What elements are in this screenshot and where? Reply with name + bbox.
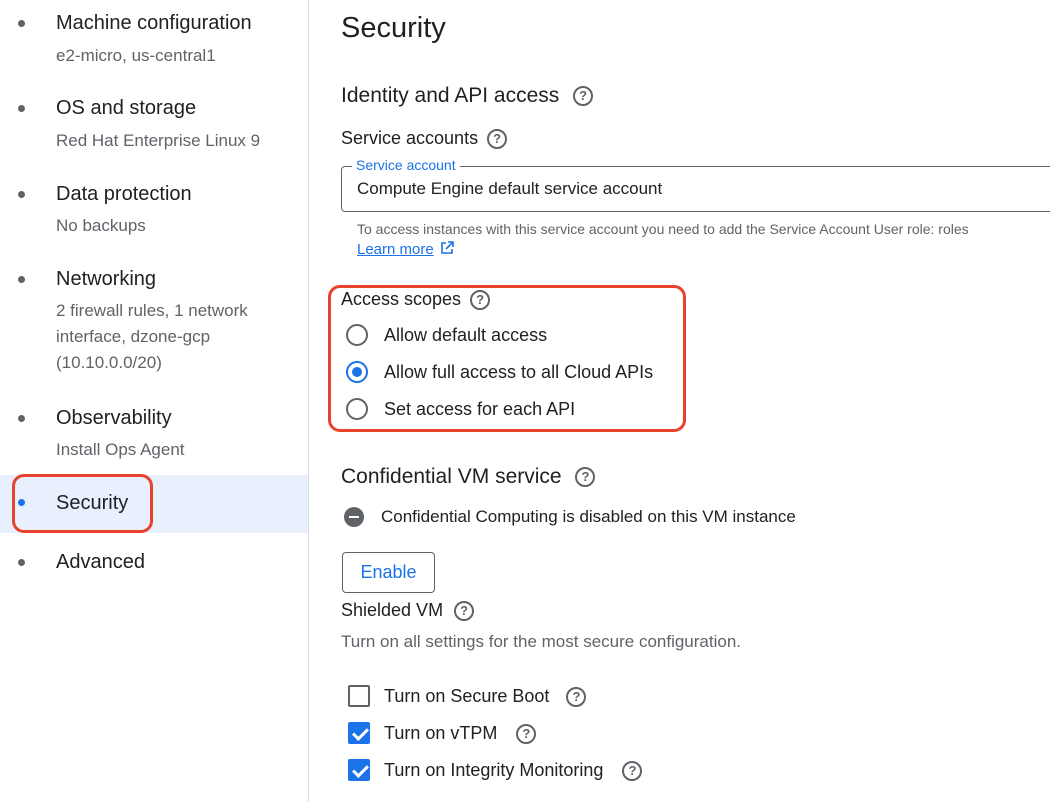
- help-circle-icon[interactable]: ?: [573, 86, 594, 107]
- radio-label: Set access for each API: [384, 399, 576, 419]
- shielded-vm-description: Turn on all settings for the most secure…: [341, 632, 742, 651]
- radio-label: Allow default access: [384, 325, 548, 345]
- radio-set-access-each-api[interactable]: Set access for each API: [343, 397, 673, 423]
- checkbox-label-text: Turn on Integrity Monitoring: [384, 760, 604, 780]
- checkbox-integrity-monitoring-row[interactable]: Turn on Integrity Monitoring ?: [345, 757, 665, 783]
- checkbox-vtpm-row[interactable]: Turn on vTPM ?: [345, 720, 625, 746]
- help-circle-icon[interactable]: ?: [487, 129, 508, 150]
- sidebar-item-security[interactable]: Security: [0, 475, 308, 533]
- shielded-vm-heading: Shielded VM ?: [341, 600, 475, 622]
- help-circle-icon[interactable]: ?: [622, 761, 643, 782]
- vtpm-checkbox[interactable]: [348, 722, 370, 744]
- bullet-icon: [18, 415, 25, 422]
- learn-more-row: Learn more: [357, 241, 454, 259]
- sidebar-item-label: OS and storage: [56, 97, 197, 119]
- help-circle-icon[interactable]: ?: [575, 467, 596, 488]
- bullet-icon: [18, 276, 25, 283]
- sidebar-item-subtext: Red Hat Enterprise Linux 9: [56, 131, 261, 150]
- sidebar-item-label: Machine configuration: [56, 12, 252, 34]
- access-scopes-label-text: Access scopes: [341, 289, 462, 309]
- open-in-new-icon: [441, 241, 454, 254]
- bullet-icon: [18, 191, 25, 198]
- help-circle-icon[interactable]: ?: [470, 290, 491, 311]
- sidebar-item-advanced[interactable]: Advanced: [0, 538, 308, 588]
- bullet-icon: [18, 559, 25, 566]
- service-account-hint: To access instances with this service ac…: [357, 221, 969, 237]
- secure-boot-checkbox[interactable]: [348, 685, 370, 707]
- confidential-status-text: Confidential Computing is disabled on th…: [381, 507, 796, 526]
- radio-button[interactable]: [346, 324, 368, 346]
- sidebar-item-label: Advanced: [56, 551, 145, 573]
- sidebar-item-subtext: No backups: [56, 216, 146, 235]
- bullet-icon: [18, 499, 25, 506]
- radio-label: Allow full access to all Cloud APIs: [384, 362, 654, 382]
- access-scopes-label: Access scopes ?: [341, 289, 491, 311]
- sidebar-nav: Machine configuration e2-micro, us-centr…: [0, 0, 309, 802]
- bullet-icon: [18, 20, 25, 27]
- sidebar-item-observability[interactable]: Observability Install Ops Agent: [0, 394, 308, 474]
- checkbox-secure-boot-row[interactable]: Turn on Secure Boot ?: [345, 683, 625, 709]
- minus-circle-icon: [344, 507, 364, 527]
- service-accounts-label-text: Service accounts: [341, 128, 479, 148]
- main-content: Security Identity and API access ? Servi…: [309, 0, 1050, 802]
- checkbox-label: Turn on Secure Boot ?: [384, 686, 587, 708]
- sidebar-item-networking[interactable]: Networking 2 firewall rules, 1 network i…: [0, 255, 308, 385]
- radio-button[interactable]: [346, 398, 368, 420]
- sidebar-item-label: Observability: [56, 407, 172, 429]
- learn-more-link[interactable]: Learn more: [357, 241, 434, 258]
- confidential-vm-heading: Confidential VM service ?: [341, 465, 596, 489]
- checkbox-label-text: Turn on vTPM: [384, 723, 498, 743]
- sidebar-item-subtext: e2-micro, us-central1: [56, 46, 216, 65]
- sidebar-item-label: Security: [56, 492, 129, 514]
- page-title: Security: [341, 12, 446, 44]
- checkbox-label: Turn on vTPM ?: [384, 723, 537, 745]
- checkbox-label: Turn on Integrity Monitoring ?: [384, 760, 643, 782]
- radio-allow-full-access[interactable]: Allow full access to all Cloud APIs: [343, 360, 673, 386]
- sidebar-item-machine-configuration[interactable]: Machine configuration e2-micro, us-centr…: [0, 0, 308, 80]
- checkbox-label-text: Turn on Secure Boot: [384, 686, 550, 706]
- service-account-value: Compute Engine default service account: [357, 179, 663, 198]
- bullet-icon: [18, 105, 25, 112]
- shielded-vm-heading-text: Shielded VM: [341, 600, 444, 620]
- sidebar-item-data-protection[interactable]: Data protection No backups: [0, 170, 308, 250]
- radio-allow-default-access[interactable]: Allow default access: [343, 323, 673, 349]
- sidebar-item-subtext: Install Ops Agent: [56, 440, 185, 459]
- confidential-vm-heading-text: Confidential VM service: [341, 465, 562, 488]
- sidebar-item-os-and-storage[interactable]: OS and storage Red Hat Enterprise Linux …: [0, 84, 308, 164]
- sidebar-item-label: Networking: [56, 268, 157, 290]
- identity-api-heading-text: Identity and API access: [341, 84, 560, 107]
- sidebar-item-label: Data protection: [56, 183, 192, 205]
- service-account-select[interactable]: Service account Compute Engine default s…: [341, 157, 1050, 212]
- integrity-monitoring-checkbox[interactable]: [348, 759, 370, 781]
- radio-button[interactable]: [346, 361, 368, 383]
- service-account-legend: Service account: [352, 157, 460, 173]
- help-circle-icon[interactable]: ?: [454, 601, 475, 622]
- help-circle-icon[interactable]: ?: [566, 687, 587, 708]
- identity-api-heading: Identity and API access ?: [341, 84, 594, 108]
- sidebar-item-subtext: 2 firewall rules, 1 network interface, d…: [56, 301, 248, 372]
- help-circle-icon[interactable]: ?: [516, 724, 537, 745]
- service-accounts-label: Service accounts ?: [341, 128, 508, 150]
- enable-button[interactable]: Enable: [342, 552, 435, 593]
